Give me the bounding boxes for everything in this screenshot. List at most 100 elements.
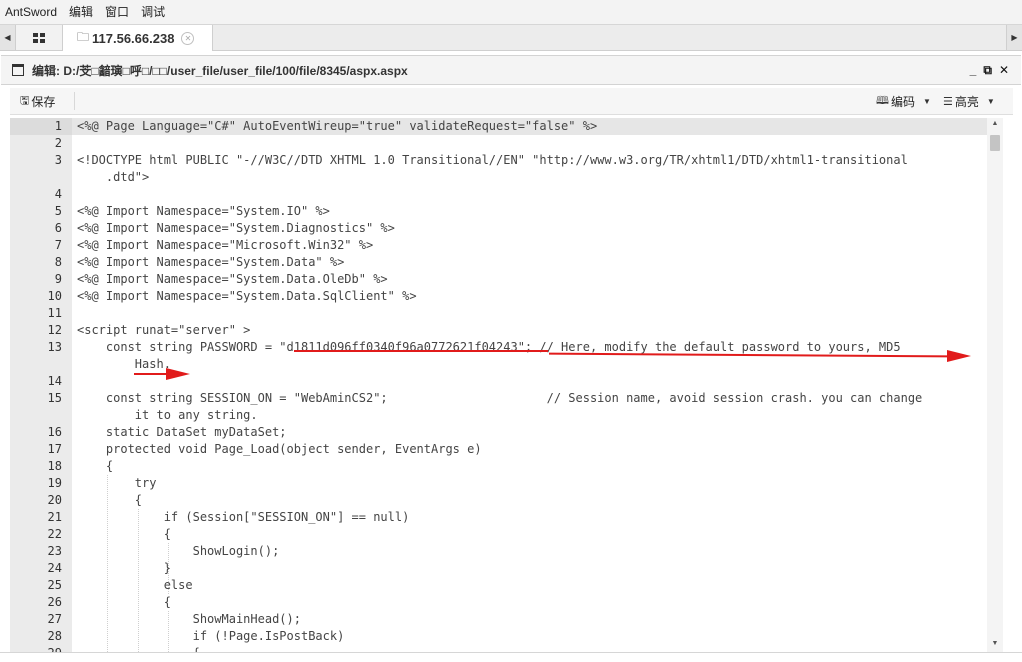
code-line: .dtd"> [77, 170, 150, 184]
line-number: 10 [47, 289, 62, 303]
menu-edit[interactable]: 编辑 [64, 0, 100, 24]
code-line: } [77, 561, 171, 575]
encoding-icon: 🕮 [876, 94, 889, 107]
line-number: 8 [54, 255, 62, 269]
tab-scroll-left-button[interactable]: ◀ [0, 25, 16, 50]
caret-right-icon: ▶ [1011, 33, 1018, 42]
code-line: it to any string. [77, 408, 258, 422]
editor-window-header: 编辑: D:/芠□韽璌□呼□/□□/user_file/user_file/10… [1, 55, 1021, 85]
annotation-arrow-hash-icon [166, 368, 190, 380]
line-number: 28 [47, 629, 62, 643]
window-title: 编辑: D:/芠□韽璌□呼□/□□/user_file/user_file/10… [32, 63, 408, 78]
code-line: ShowLogin(); [77, 544, 280, 558]
editor-toolbar: 🖫 保存 🕮 编码 ▼ ☰ 高亮 ▼ [10, 88, 1013, 115]
line-number: 6 [54, 221, 62, 235]
line-number: 11 [47, 306, 62, 320]
close-window-button[interactable]: ✕ [999, 63, 1009, 77]
scroll-down-icon[interactable]: ▼ [987, 640, 1003, 650]
window-icon [12, 64, 24, 76]
code-line: <%@ Import Namespace="System.Data.OleDb"… [77, 272, 388, 286]
code-line: const string PASSWORD = "d1811d096ff0340… [77, 340, 901, 354]
code-line: { [77, 459, 114, 473]
code-line: Hash. [77, 357, 171, 371]
save-icon: 🖫 [20, 94, 30, 107]
line-number: 1 [54, 119, 62, 133]
code-line: const string SESSION_ON = "WebAminCS2"; … [77, 391, 923, 405]
save-label: 保存 [31, 94, 56, 109]
line-number: 2 [54, 136, 62, 150]
line-number: 29 [10, 645, 62, 652]
save-button[interactable]: 🖫 保存 [20, 88, 55, 114]
line-number: 24 [47, 561, 62, 575]
code-line: <script runat="server" > [77, 323, 251, 337]
tab-label: 117.56.66.238 [92, 30, 175, 46]
annotation-arrow-right-icon [947, 350, 971, 362]
chevron-down-icon: ▼ [923, 96, 931, 106]
code-line: <%@ Import Namespace="System.Diagnostics… [77, 221, 395, 235]
line-number: 9 [54, 272, 62, 286]
toolbar-divider [74, 92, 75, 110]
code-line: try [77, 476, 157, 490]
editor-scrollbar[interactable]: ▲ ▼ [987, 118, 1003, 652]
line-number: 21 [47, 510, 62, 524]
line-number: 12 [47, 323, 62, 337]
list-icon: ☰ [943, 95, 953, 108]
highlight-label: 高亮 [954, 94, 979, 109]
folder-icon: 🗀 [77, 29, 90, 44]
code-line: { [77, 595, 171, 609]
maximize-button[interactable]: ⧉ [983, 63, 992, 78]
line-number: 17 [47, 442, 62, 456]
code-line: protected void Page_Load(object sender, … [77, 442, 482, 456]
highlight-dropdown[interactable]: ☰ 高亮 ▼ [943, 88, 995, 114]
tab-shell[interactable]: 🗀 117.56.66.238 ✕ [63, 25, 213, 51]
line-number: 18 [47, 459, 62, 473]
line-number: 19 [47, 476, 62, 490]
line-number: 16 [47, 425, 62, 439]
chevron-down-icon: ▼ [986, 96, 995, 106]
grid-icon [33, 32, 45, 43]
code-line: if (Session["SESSION_ON"] == null) [77, 510, 410, 524]
code-line: ShowMainHead(); [77, 612, 301, 626]
line-number: 27 [47, 612, 62, 626]
code-line: if (!Page.IsPostBack) [77, 629, 345, 643]
window-controls: _ ⧉ ✕ [970, 56, 1009, 84]
line-number: 15 [47, 391, 62, 405]
menu-debug[interactable]: 调试 [136, 0, 172, 24]
line-number: 22 [47, 527, 62, 541]
tab-scroll-right-button[interactable]: ▶ [1006, 25, 1022, 50]
encoding-label: 编码 [890, 94, 915, 109]
code-line: <%@ Import Namespace="Microsoft.Win32" %… [77, 238, 374, 252]
code-line: <!DOCTYPE html PUBLIC "-//W3C//DTD XHTML… [77, 153, 908, 167]
menu-window[interactable]: 窗口 [100, 0, 136, 24]
line-number: 23 [47, 544, 62, 558]
annotation-underline-hash [134, 373, 168, 375]
code-editor[interactable]: 1 <%@ Page Language="C#" AutoEventWireup=… [10, 118, 1013, 652]
code-line: static DataSet myDataSet; [77, 425, 287, 439]
minimize-button[interactable]: _ [970, 63, 977, 77]
tab-bar: ◀ 🗀 117.56.66.238 ✕ ▶ [0, 25, 1022, 51]
line-number: 14 [47, 374, 62, 388]
line-number: 13 [47, 340, 62, 354]
scrollbar-thumb[interactable] [990, 135, 1000, 151]
code-line: { [77, 493, 143, 507]
code-line: else [77, 578, 193, 592]
line-number: 5 [54, 204, 62, 218]
menu-antsword[interactable]: AntSword [0, 0, 64, 24]
code-line: { [77, 645, 997, 652]
scroll-up-icon[interactable]: ▲ [987, 120, 1003, 130]
line-number: 4 [54, 187, 62, 201]
menu-bar: AntSword 编辑 窗口 调试 [0, 0, 1022, 25]
line-number: 3 [54, 153, 62, 167]
code-line: <%@ Import Namespace="System.Data.SqlCli… [77, 289, 417, 303]
line-number: 7 [54, 238, 62, 252]
close-icon[interactable]: ✕ [181, 31, 195, 45]
code-line: <%@ Import Namespace="System.Data" %> [77, 255, 345, 269]
code-line: <%@ Import Namespace="System.IO" %> [77, 204, 330, 218]
encoding-dropdown[interactable]: 🕮 编码 ▼ [876, 88, 931, 114]
code-line: <%@ Page Language="C#" AutoEventWireup="… [77, 119, 598, 133]
line-number: 26 [47, 595, 62, 609]
line-number: 25 [47, 578, 62, 592]
caret-left-icon: ◀ [4, 33, 11, 42]
tab-home[interactable] [16, 25, 63, 50]
annotation-underline-password [294, 350, 548, 352]
